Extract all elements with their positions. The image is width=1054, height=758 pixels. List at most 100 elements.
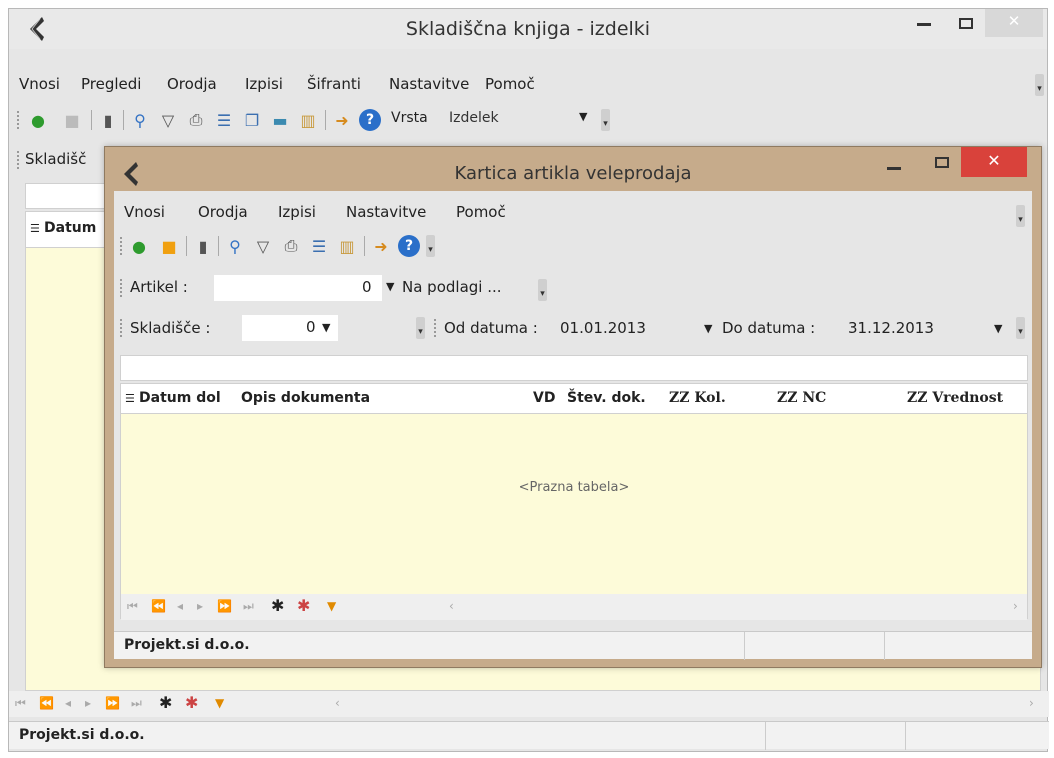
- main-navbar: ⏮ ⏪ ◂ ▸ ⏩ ⏭ ✱ ✱ ▼ ‹ ›: [9, 691, 1049, 717]
- vrsta-select[interactable]: Izdelek ▼: [439, 107, 599, 133]
- add-disabled-icon[interactable]: ■: [61, 109, 83, 131]
- child-grid-header: ☰ Datum dol Opis dokumenta VD Štev. dok.…: [121, 384, 1027, 414]
- child-menu-vnosi[interactable]: Vnosi: [124, 203, 165, 221]
- scroll-right-icon[interactable]: ›: [1029, 696, 1034, 710]
- na-podlagi-button[interactable]: Na podlagi ...: [402, 278, 502, 296]
- menu-sifranti[interactable]: Šifranti: [307, 75, 361, 93]
- child-nav-filter-icon[interactable]: ▼: [327, 599, 336, 613]
- nav-prev-icon[interactable]: ◂: [65, 696, 71, 710]
- copy-icon[interactable]: ❐: [241, 109, 263, 131]
- child-maximize-button[interactable]: [935, 157, 949, 168]
- child-menu-izpisi[interactable]: Izpisi: [278, 203, 316, 221]
- main-statusbar: Projekt.si d.o.o.: [9, 721, 1049, 750]
- maximize-button[interactable]: [959, 18, 973, 29]
- refresh-icon[interactable]: ●: [27, 109, 49, 131]
- menu-nastavitve[interactable]: Nastavitve: [389, 75, 469, 93]
- child-refresh-icon[interactable]: ●: [128, 235, 150, 257]
- artikel-dropdown-icon[interactable]: ▼: [386, 280, 394, 293]
- do-datuma-dropdown-icon[interactable]: ▼: [994, 322, 1002, 335]
- scroll-left-icon[interactable]: ‹: [335, 696, 340, 710]
- date-bar: Skladišče : 0 ▼ ▾ Od datuma : 01.01.2013…: [114, 309, 1032, 347]
- column-zz-vrednost[interactable]: ZZ Vrednost: [907, 390, 1003, 406]
- child-nav-delete-icon[interactable]: ✱: [297, 596, 310, 615]
- child-menu-pomoc[interactable]: Pomoč: [456, 203, 506, 221]
- date-bar-overflow[interactable]: ▾: [1016, 317, 1025, 339]
- column-datum-dol[interactable]: Datum dol: [139, 390, 221, 406]
- exit-icon[interactable]: ➜: [331, 109, 353, 131]
- child-trash-icon[interactable]: ▮: [192, 235, 214, 257]
- artikel-label: Artikel :: [130, 278, 188, 296]
- close-button[interactable]: ✕: [985, 9, 1043, 37]
- column-chooser-icon[interactable]: ☰: [30, 222, 40, 235]
- skladisce-spin-button[interactable]: ▾: [416, 317, 425, 339]
- column-zz-nc[interactable]: ZZ NC: [777, 390, 826, 406]
- search-icon[interactable]: ⚲: [129, 109, 151, 131]
- nav-last-icon[interactable]: ⏭: [131, 696, 142, 711]
- child-statusbar: Projekt.si d.o.o.: [114, 631, 1032, 660]
- column-zz-kol[interactable]: ZZ Kol.: [669, 390, 726, 406]
- column-datum[interactable]: Datum: [44, 220, 96, 236]
- artikel-bar-overflow[interactable]: ▾: [538, 279, 547, 301]
- toolbar-overflow-button[interactable]: ▾: [601, 109, 610, 131]
- minimize-button[interactable]: [917, 23, 931, 26]
- child-nav-first-icon[interactable]: ⏮: [127, 599, 138, 614]
- menubar-overflow-button[interactable]: ▾: [1035, 74, 1044, 96]
- menu-pregledi[interactable]: Pregledi: [81, 75, 141, 93]
- list-icon[interactable]: ☰: [213, 109, 235, 131]
- skladisce-dropdown-icon[interactable]: ▼: [322, 321, 330, 334]
- child-filter-icon[interactable]: ▽: [252, 235, 274, 257]
- column-vd[interactable]: VD: [533, 390, 555, 406]
- image-icon[interactable]: ▬: [269, 109, 291, 131]
- main-status-company: Projekt.si d.o.o.: [19, 727, 145, 743]
- toolbar-grip[interactable]: [17, 111, 20, 129]
- menu-vnosi[interactable]: Vnosi: [19, 75, 60, 93]
- vrsta-label: Vrsta: [391, 110, 428, 126]
- nav-insert-icon[interactable]: ✱: [159, 693, 172, 712]
- child-menu-orodja[interactable]: Orodja: [198, 203, 248, 221]
- child-nav-next-page-icon[interactable]: ⏩: [217, 599, 232, 613]
- nav-prev-page-icon[interactable]: ⏪: [39, 696, 54, 710]
- help-icon[interactable]: ?: [359, 109, 381, 131]
- filter-icon[interactable]: ▽: [157, 109, 179, 131]
- child-menu-nastavitve[interactable]: Nastavitve: [346, 203, 426, 221]
- child-book-icon[interactable]: ▥: [336, 235, 358, 257]
- od-datuma-dropdown-icon[interactable]: ▼: [704, 322, 712, 335]
- nav-filter-icon[interactable]: ▼: [215, 696, 224, 710]
- child-nav-next-icon[interactable]: ▸: [197, 599, 203, 613]
- artikel-input[interactable]: 0: [214, 275, 382, 301]
- trash-icon[interactable]: ▮: [97, 109, 119, 131]
- print-icon[interactable]: ⎙: [185, 109, 207, 131]
- nav-next-icon[interactable]: ▸: [85, 696, 91, 710]
- child-nav-prev-icon[interactable]: ◂: [177, 599, 183, 613]
- child-scroll-right-icon[interactable]: ›: [1013, 599, 1018, 613]
- menu-pomoc[interactable]: Pomoč: [485, 75, 535, 93]
- nav-first-icon[interactable]: ⏮: [15, 696, 26, 711]
- child-nav-prev-page-icon[interactable]: ⏪: [151, 599, 166, 613]
- book-icon[interactable]: ▥: [297, 109, 319, 131]
- child-nav-insert-icon[interactable]: ✱: [271, 596, 284, 615]
- menu-izpisi[interactable]: Izpisi: [245, 75, 283, 93]
- child-list-icon[interactable]: ☰: [308, 235, 330, 257]
- skladisce-input[interactable]: 0 ▼: [242, 315, 338, 341]
- child-print-icon[interactable]: ⎙: [280, 235, 302, 257]
- child-exit-icon[interactable]: ➜: [370, 235, 392, 257]
- child-toolbar: ● ■ ▮ ⚲ ▽ ⎙ ☰ ▥ ➜ ? ▾: [114, 231, 554, 261]
- child-nav-last-icon[interactable]: ⏭: [243, 599, 254, 614]
- do-datuma-value[interactable]: 31.12.2013: [848, 319, 934, 337]
- child-help-icon[interactable]: ?: [398, 235, 420, 257]
- main-titlebar[interactable]: Skladiščna knjiga - izdelki ✕: [9, 9, 1047, 49]
- menu-orodja[interactable]: Orodja: [167, 75, 217, 93]
- child-close-button[interactable]: ✕: [961, 147, 1027, 177]
- nav-delete-icon[interactable]: ✱: [185, 693, 198, 712]
- child-new-icon[interactable]: ■: [158, 235, 180, 257]
- child-menubar-overflow[interactable]: ▾: [1016, 205, 1025, 227]
- child-search-icon[interactable]: ⚲: [224, 235, 246, 257]
- child-scroll-left-icon[interactable]: ‹: [449, 599, 454, 613]
- child-minimize-button[interactable]: [887, 167, 901, 170]
- child-column-chooser-icon[interactable]: ☰: [125, 392, 135, 405]
- od-datuma-value[interactable]: 01.01.2013: [560, 319, 646, 337]
- column-opis[interactable]: Opis dokumenta: [241, 390, 370, 406]
- column-stev-dok[interactable]: Štev. dok.: [567, 390, 646, 406]
- child-toolbar-overflow[interactable]: ▾: [426, 235, 435, 257]
- nav-next-page-icon[interactable]: ⏩: [105, 696, 120, 710]
